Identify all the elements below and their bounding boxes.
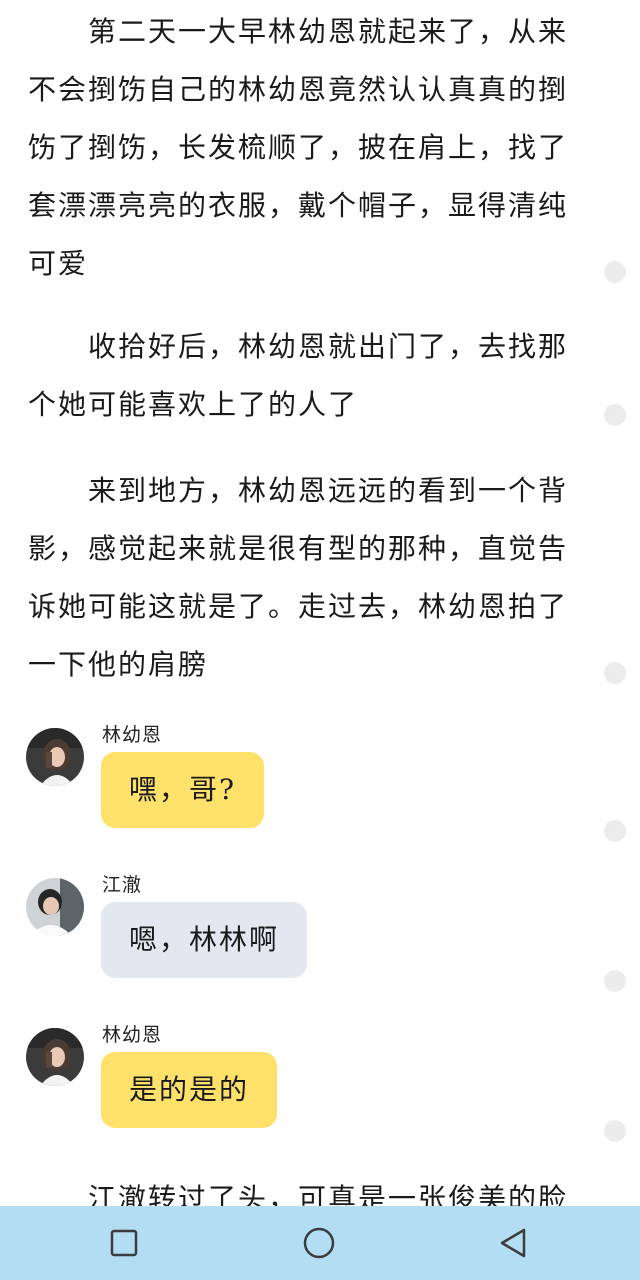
paragraph-comment-dot[interactable] (604, 970, 626, 992)
paragraph-comment-dot[interactable] (604, 1120, 626, 1142)
paragraph-comment-dot[interactable] (604, 261, 626, 283)
triangle-back-icon[interactable] (496, 1226, 530, 1260)
paragraph-comment-dot[interactable] (604, 404, 626, 426)
boy-avatar[interactable] (26, 878, 84, 936)
girl-avatar[interactable] (26, 728, 84, 786)
girl-avatar[interactable] (26, 1028, 84, 1086)
message-bubble: 是的是的 (101, 1052, 278, 1128)
story-paragraph: 收拾好后，林幼恩就出门了，去找那个她可能喜欢上了的人了 (28, 330, 569, 421)
story-reader[interactable]: 第二天一大早林幼恩就起来了，从来不会捯饬自己的林幼恩竟然认认真真的捯饬了捯饬，长… (0, 0, 640, 1206)
message-bubble: 嘿，哥? (101, 752, 265, 828)
system-navigation-bar (0, 1206, 640, 1280)
square-icon[interactable] (107, 1226, 141, 1260)
story-paragraph: 江澈转过了头，可真是一张俊美的脸 (88, 1182, 569, 1206)
chat-message: 江澈 嗯，林林啊 (26, 870, 586, 980)
circle-icon[interactable] (302, 1226, 336, 1260)
paragraph-comment-dot[interactable] (604, 820, 626, 842)
chat-message: 林幼恩 嘿，哥? (26, 720, 586, 830)
sender-name: 江澈 (102, 874, 143, 896)
sender-name: 林幼恩 (102, 724, 163, 746)
story-paragraph: 第二天一大早林幼恩就起来了，从来不会捯饬自己的林幼恩竟然认认真真的捯饬了捯饬，长… (28, 15, 569, 280)
message-bubble: 嗯，林林啊 (101, 902, 308, 978)
chat-message: 林幼恩 是的是的 (26, 1020, 586, 1130)
story-paragraph: 来到地方，林幼恩远远的看到一个背影，感觉起来就是很有型的那种，直觉告诉她可能这就… (28, 474, 569, 681)
paragraph-comment-dot[interactable] (604, 662, 626, 684)
sender-name: 林幼恩 (102, 1024, 163, 1046)
